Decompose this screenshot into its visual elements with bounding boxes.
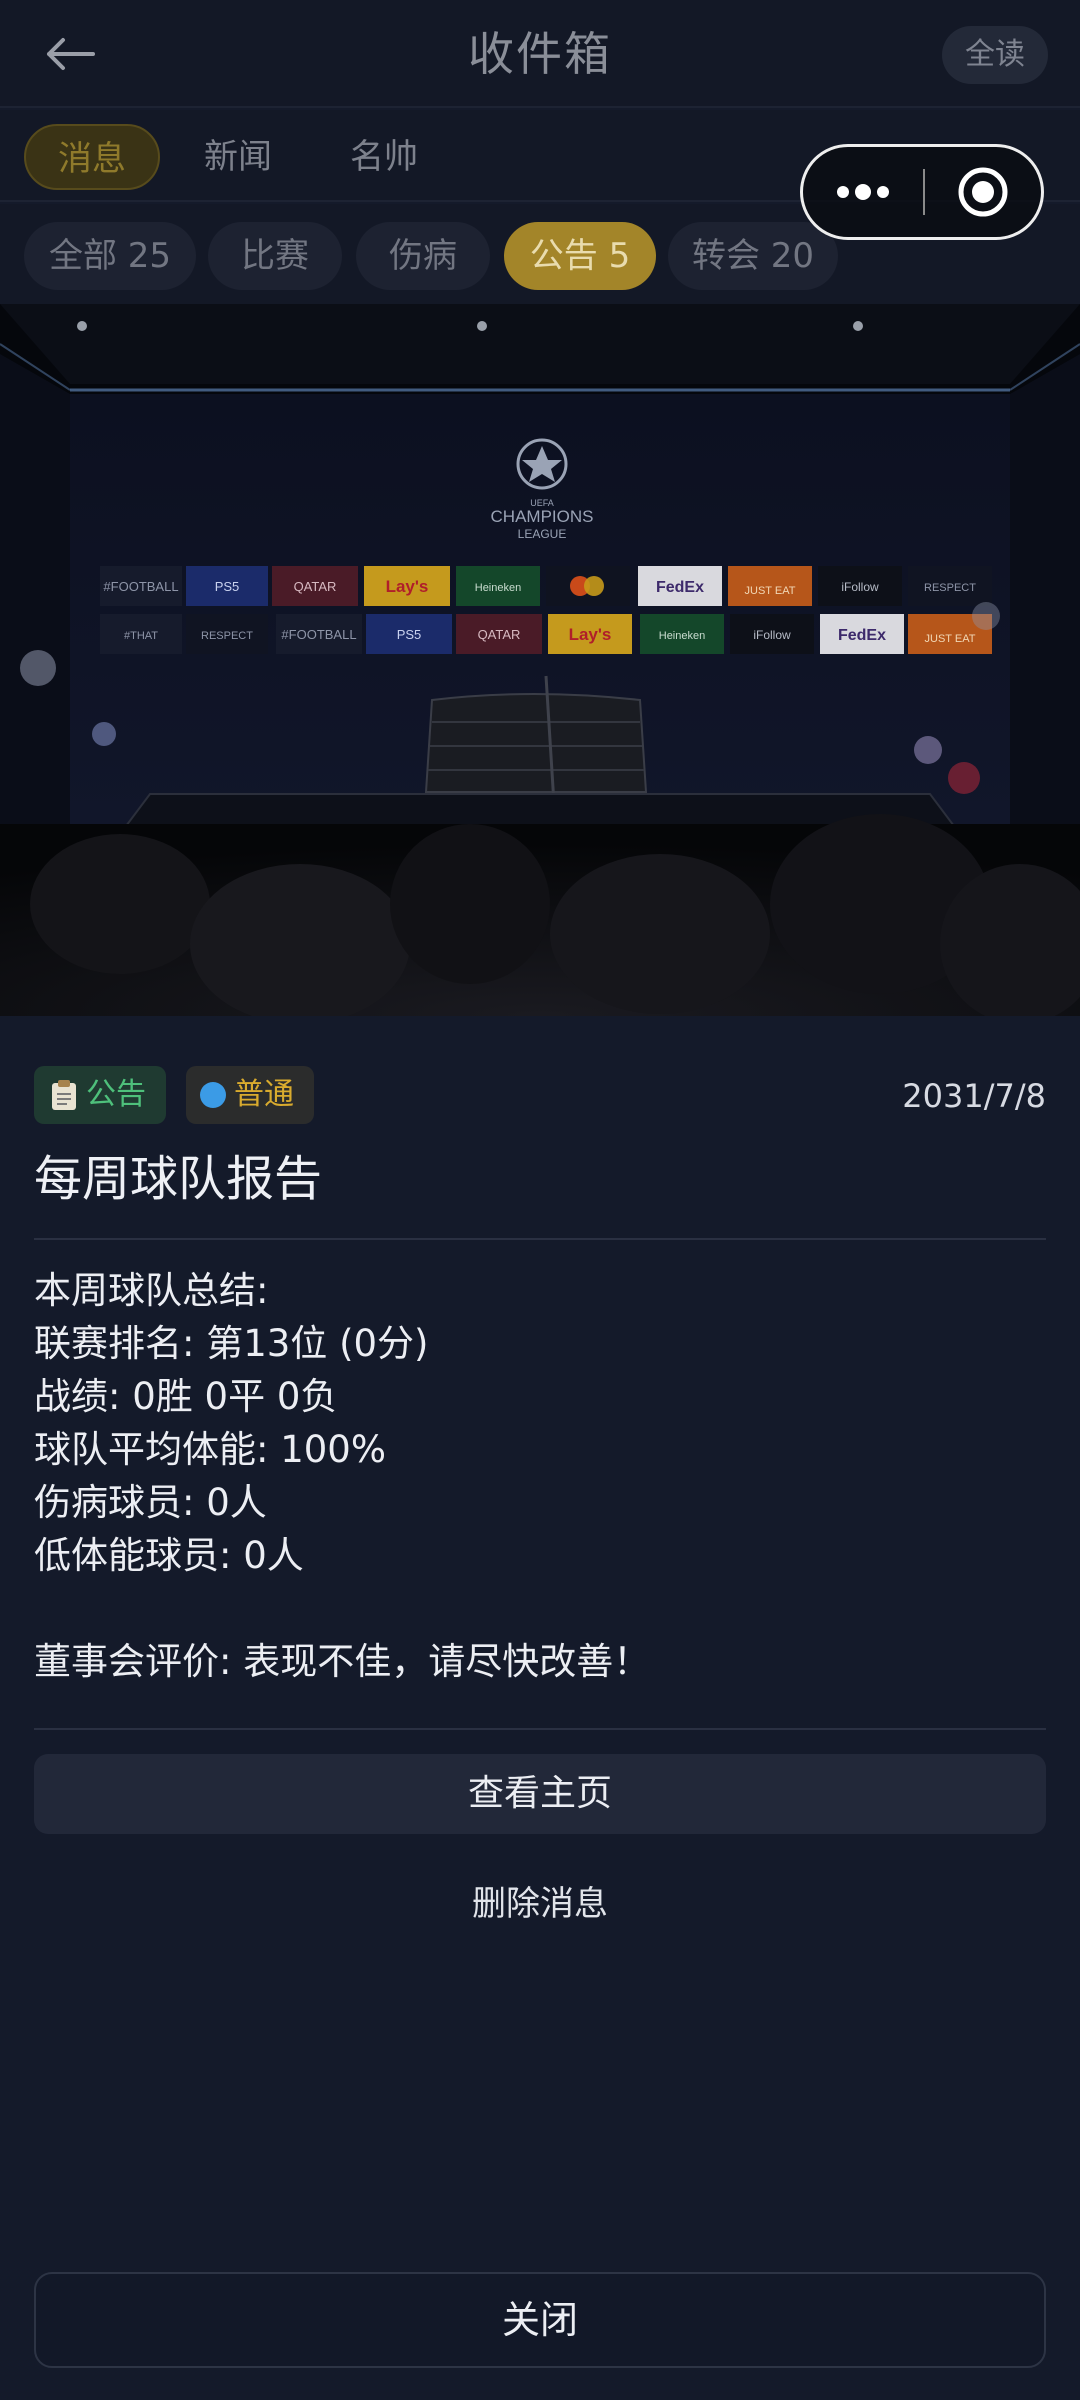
body-line: 联赛排名: 第13位 (0分) (34, 1322, 429, 1365)
priority-dot-icon (200, 1082, 226, 1108)
title-divider (34, 1238, 1046, 1240)
svg-text:QATAR: QATAR (294, 579, 337, 594)
filter-injury[interactable]: 伤病 (356, 222, 490, 290)
view-home-button[interactable]: 查看主页 (34, 1754, 1046, 1834)
message-detail: 公告 普通 2031/7/8 每周球队报告 本周球队总结: 联赛排名: 第13位… (0, 1016, 1080, 2400)
tab-messages[interactable]: 消息 (24, 124, 160, 190)
svg-text:PS5: PS5 (397, 627, 422, 642)
svg-text:RESPECT: RESPECT (924, 582, 976, 594)
svg-text:iFollow: iFollow (841, 580, 879, 594)
priority-badge: 普通 (186, 1066, 314, 1124)
svg-text:#THAT: #THAT (124, 630, 158, 642)
more-button[interactable] (803, 147, 923, 237)
message-date: 2031/7/8 (902, 1077, 1046, 1115)
body-line: 低体能球员: 0人 (34, 1534, 304, 1577)
target-close-icon (958, 167, 1008, 217)
close-miniprogram-button[interactable] (925, 147, 1041, 237)
tab-news[interactable]: 新闻 (180, 124, 296, 190)
message-type-label: 公告 (86, 1077, 146, 1112)
delete-message-button[interactable]: 删除消息 (390, 1872, 690, 1936)
body-divider (34, 1728, 1046, 1730)
svg-text:JUST EAT: JUST EAT (925, 633, 976, 645)
svg-text:FedEx: FedEx (656, 579, 704, 596)
body-line: 球队平均体能: 100% (34, 1428, 387, 1471)
page-title: 收件箱 (468, 27, 612, 81)
message-title: 每周球队报告 (34, 1151, 323, 1207)
arrow-left-icon (47, 38, 95, 70)
miniprogram-capsule (800, 144, 1044, 240)
body-line: 本周球队总结: (34, 1269, 269, 1312)
svg-text:QATAR: QATAR (478, 627, 521, 642)
svg-text:#FOOTBALL: #FOOTBALL (103, 579, 178, 594)
body-line: 战绩: 0胜 0平 0负 (34, 1375, 338, 1418)
filter-all[interactable]: 全部 25 (24, 222, 196, 290)
svg-text:Heineken: Heineken (475, 582, 521, 594)
priority-label: 普通 (234, 1077, 294, 1112)
tab-famous-coaches[interactable]: 名帅 (326, 124, 442, 190)
body-line: 伤病球员: 0人 (34, 1481, 267, 1524)
filter-announcement[interactable]: 公告 5 (504, 222, 656, 290)
svg-text:LEAGUE: LEAGUE (518, 527, 567, 541)
svg-text:Lay's: Lay's (569, 625, 612, 644)
body-line: 董事会评价: 表现不佳，请尽快改善！ (34, 1640, 651, 1683)
clipboard-icon (52, 1080, 76, 1110)
message-banner-image: UEFA CHAMPIONS LEAGUE #FOOTBALL PS5 QATA… (0, 304, 1080, 1016)
svg-text:iFollow: iFollow (753, 628, 791, 642)
svg-text:Heineken: Heineken (659, 630, 705, 642)
banner-logo-text: CHAMPIONS (491, 507, 594, 526)
more-dots-icon (837, 184, 889, 200)
svg-text:PS5: PS5 (215, 579, 240, 594)
back-button[interactable] (30, 22, 110, 86)
svg-text:#FOOTBALL: #FOOTBALL (281, 627, 356, 642)
svg-text:RESPECT: RESPECT (201, 630, 253, 642)
svg-text:Lay's: Lay's (386, 577, 429, 596)
top-bar: 收件箱 全读 (0, 0, 1080, 108)
message-type-badge: 公告 (34, 1066, 166, 1124)
svg-text:JUST EAT: JUST EAT (745, 585, 796, 597)
message-body: 本周球队总结: 联赛排名: 第13位 (0分) 战绩: 0胜 0平 0负 球队平… (34, 1264, 1046, 1688)
body-line (34, 1582, 1046, 1635)
close-button[interactable]: 关闭 (34, 2272, 1046, 2368)
filter-match[interactable]: 比赛 (208, 222, 342, 290)
svg-text:FedEx: FedEx (838, 627, 886, 644)
read-all-button[interactable]: 全读 (942, 26, 1048, 84)
